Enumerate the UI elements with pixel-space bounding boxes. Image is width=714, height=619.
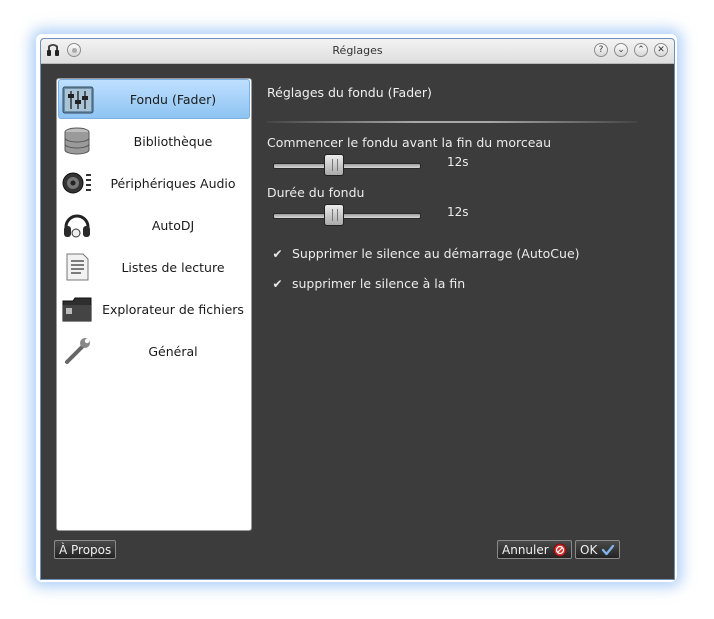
sidebar-item-library[interactable]: Bibliothèque	[58, 121, 250, 161]
trim-end-checkbox-row[interactable]: ✔ supprimer le silence à la fin	[271, 276, 465, 291]
speaker-icon	[62, 172, 91, 194]
section-title: Réglages du fondu (Fader)	[267, 85, 432, 100]
fade-before-end-value: 12s	[447, 155, 469, 169]
fade-duration-slider[interactable]	[273, 204, 421, 226]
sidebar-item-label: Général	[148, 343, 198, 359]
slider-track[interactable]	[273, 163, 421, 169]
autocue-checkbox-label: Supprimer le silence au démarrage (AutoC…	[292, 246, 580, 261]
settings-sidebar: Fondu (Fader) Bibliothèque Périphériques	[56, 78, 252, 531]
headphones-icon	[64, 214, 90, 238]
folder-icon	[62, 297, 92, 322]
cancel-icon	[553, 543, 567, 556]
sidebar-item-autodj[interactable]: AutoDJ	[58, 205, 250, 245]
cancel-button-label: Annuler	[502, 542, 549, 557]
checkmark-icon: ✔	[272, 276, 283, 291]
sidebar-item-label: Listes de lecture	[121, 259, 225, 275]
wrench-icon	[65, 338, 90, 364]
fade-duration-value: 12s	[447, 205, 469, 219]
fade-before-end-label: Commencer le fondu avant la fin du morce…	[267, 135, 552, 150]
about-button-label: À Propos	[59, 542, 112, 557]
slider-handle[interactable]	[324, 204, 344, 226]
slider-handle[interactable]	[324, 154, 344, 176]
sidebar-item-playlists[interactable]: Listes de lecture	[58, 247, 250, 287]
sidebar-item-label: Périphériques Audio	[110, 175, 236, 191]
sidebar-item-label: AutoDJ	[151, 217, 195, 233]
database-icon	[64, 127, 90, 155]
sidebar-item-label: Fondu (Fader)	[129, 91, 217, 107]
sidebar-item-label: Explorateur de fichiers	[102, 301, 244, 317]
sidebar-item-file-browser[interactable]: Explorateur de fichiers	[58, 289, 250, 329]
trim-end-checkbox[interactable]: ✔	[271, 277, 284, 290]
slider-track[interactable]	[273, 213, 421, 219]
ok-button[interactable]: OK	[575, 540, 621, 559]
checkmark-icon: ✔	[272, 246, 283, 261]
section-divider	[267, 121, 637, 123]
sidebar-item-label: Bibliothèque	[133, 133, 213, 149]
cancel-button[interactable]: Annuler	[497, 540, 572, 559]
ok-button-label: OK	[580, 542, 598, 557]
fade-before-end-slider[interactable]	[273, 154, 421, 176]
check-icon	[602, 544, 615, 555]
document-list-icon	[66, 253, 89, 281]
autocue-checkbox-row[interactable]: ✔ Supprimer le silence au démarrage (Aut…	[271, 246, 580, 261]
settings-window: Réglages ? ⌄ ⌃ ✕ Fondu (Fader) Bibliothè…	[40, 38, 675, 580]
fade-duration-label: Durée du fondu	[267, 185, 365, 200]
fader-icon	[62, 86, 94, 114]
sidebar-item-fader[interactable]: Fondu (Fader)	[58, 79, 250, 119]
settings-content: Réglages du fondu (Fader) Commencer le f…	[267, 39, 674, 579]
sidebar-item-general[interactable]: Général	[58, 331, 250, 371]
trim-end-checkbox-label: supprimer le silence à la fin	[292, 276, 466, 291]
autocue-checkbox[interactable]: ✔	[271, 247, 284, 260]
about-button[interactable]: À Propos	[54, 540, 117, 559]
sidebar-item-audio-devices[interactable]: Périphériques Audio	[58, 163, 250, 203]
